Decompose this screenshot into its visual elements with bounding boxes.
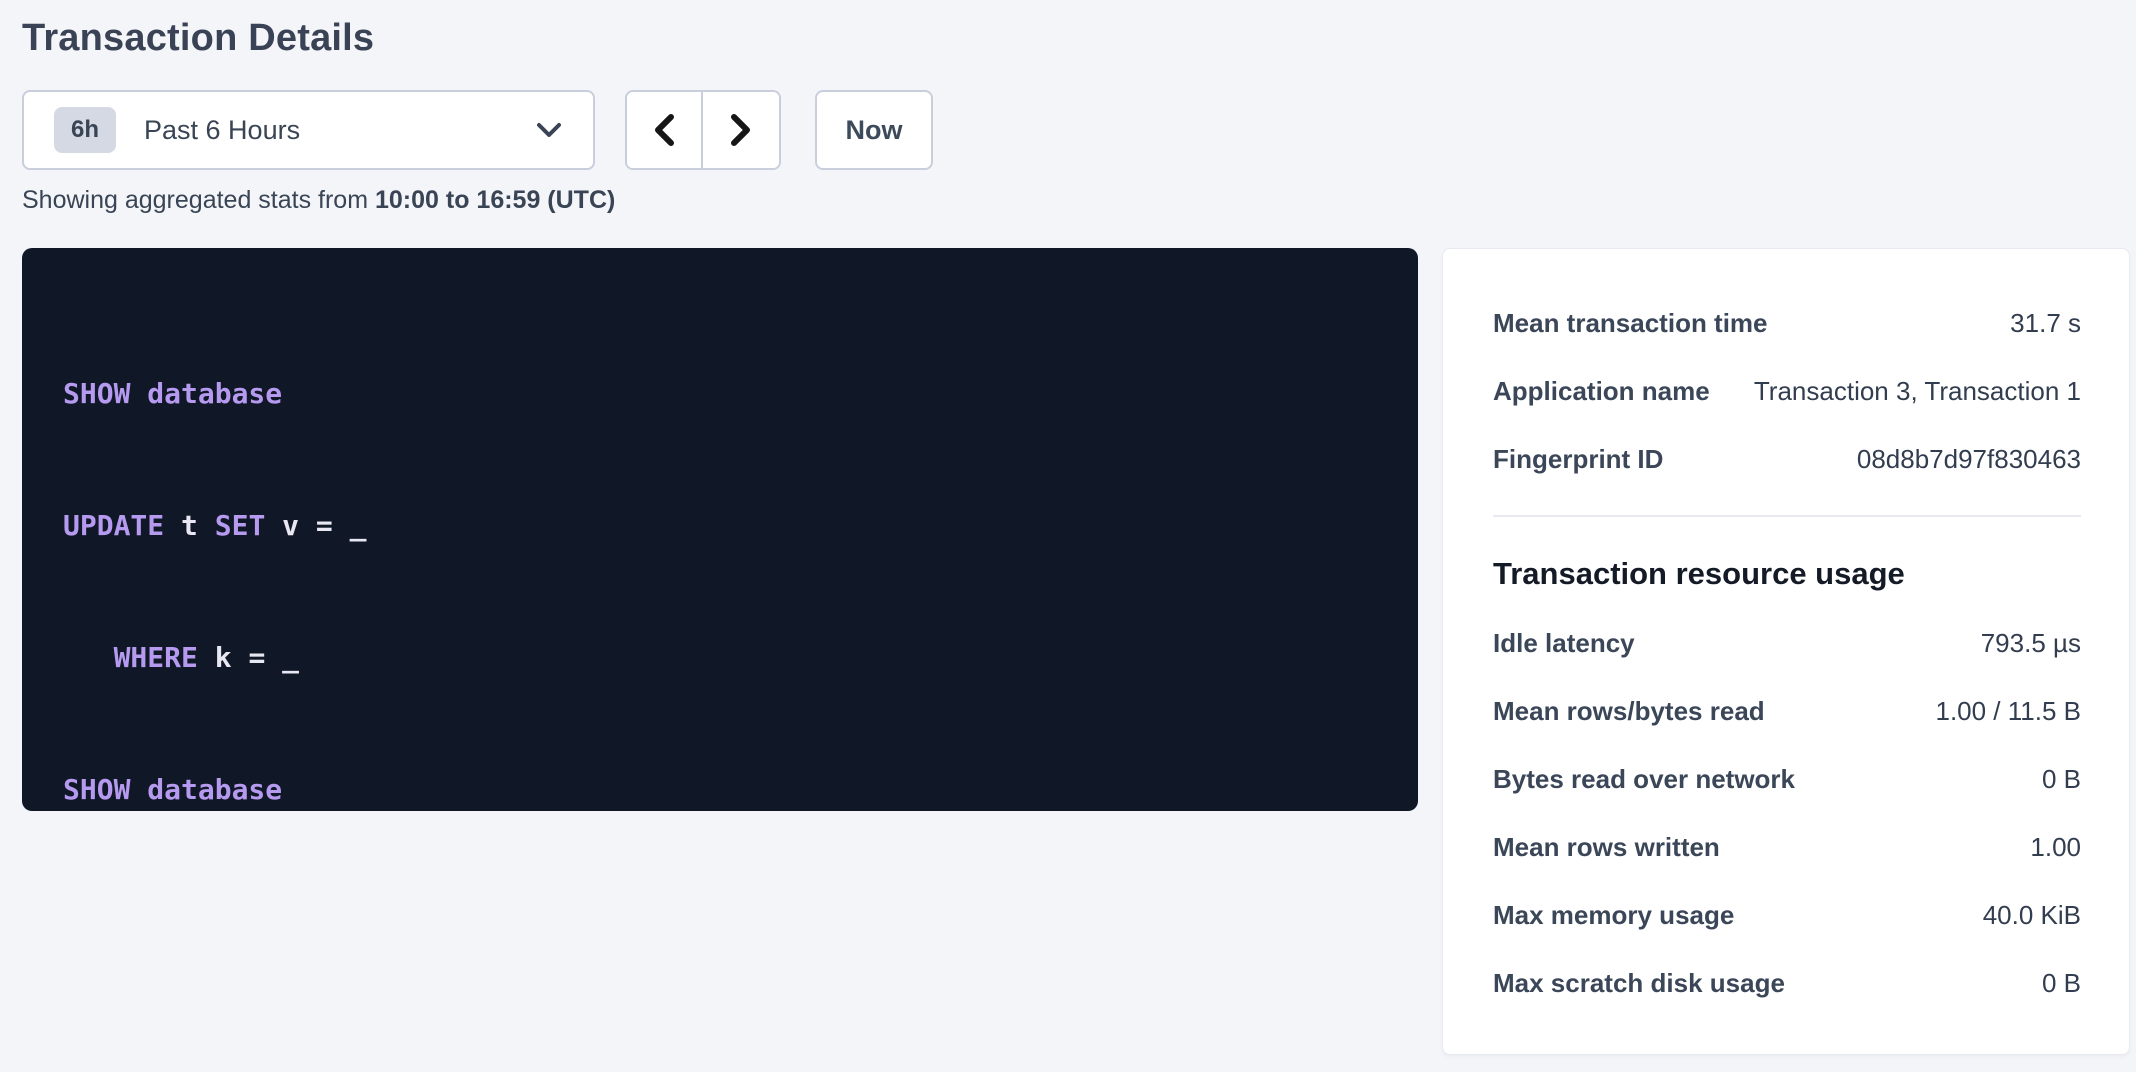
time-range-label: Past 6 Hours [144,115,300,146]
sql-token: v = _ [265,509,366,542]
sql-token: WHERE [114,641,198,674]
stat-label: Max scratch disk usage [1493,968,1785,999]
stat-row-max-scratch-disk-usage: Max scratch disk usage 0 B [1493,949,2081,1017]
panel-divider [1493,515,2081,517]
stat-label: Max memory usage [1493,900,1734,931]
resource-usage-heading: Transaction resource usage [1493,553,2081,595]
sql-token [63,641,114,674]
sql-line: SHOW database [63,768,1378,812]
stat-value: 08d8b7d97f830463 [1857,444,2081,475]
previous-timeframe-button[interactable] [627,92,703,168]
next-timeframe-button[interactable] [703,92,779,168]
stat-label: Fingerprint ID [1493,444,1663,475]
stat-value: 40.0 KiB [1983,900,2081,931]
sql-token: SET [215,509,266,542]
stat-label: Bytes read over network [1493,764,1795,795]
chevron-right-icon [729,113,753,147]
sql-line: WHERE k = _ [63,636,1378,680]
stat-label: Mean transaction time [1493,308,1768,339]
time-range-badge: 6h [54,107,116,153]
stat-value: 1.00 / 11.5 B [1935,696,2081,727]
stat-value: 0 B [2042,968,2081,999]
transaction-details-page: Transaction Details 6h Past 6 Hours [0,0,2136,1055]
stat-row-idle-latency: Idle latency 793.5 µs [1493,609,2081,677]
stat-row-application-name: Application name Transaction 3, Transact… [1493,357,2081,425]
stat-value: 793.5 µs [1981,628,2081,659]
stat-label: Mean rows written [1493,832,1720,863]
stat-value: 0 B [2042,764,2081,795]
stat-row-bytes-read-over-network: Bytes read over network 0 B [1493,745,2081,813]
sql-token: k = _ [198,641,299,674]
sql-statement-box: SHOW database UPDATE t SET v = _ WHERE k… [22,248,1418,811]
sql-token: UPDATE [63,509,164,542]
transaction-summary-panel: Mean transaction time 31.7 s Application… [1442,248,2130,1055]
sql-line: SHOW database [63,372,1378,416]
stat-value: 1.00 [2030,832,2081,863]
now-button[interactable]: Now [815,90,933,170]
stat-row-mean-rows-bytes-read: Mean rows/bytes read 1.00 / 11.5 B [1493,677,2081,745]
aggregation-range-value: 10:00 to 16:59 (UTC) [375,186,615,214]
aggregation-range-text: Showing aggregated stats from 10:00 to 1… [22,184,2130,216]
stat-row-mean-rows-written: Mean rows written 1.00 [1493,813,2081,881]
stat-row-fingerprint-id: Fingerprint ID 08d8b7d97f830463 [1493,425,2081,493]
stat-row-mean-transaction-time: Mean transaction time 31.7 s [1493,289,2081,357]
sql-token: SHOW database [63,773,282,806]
stat-value: 31.7 s [2010,308,2081,339]
sql-token: t [164,509,215,542]
sql-line: UPDATE t SET v = _ [63,504,1378,548]
stat-row-max-memory-usage: Max memory usage 40.0 KiB [1493,881,2081,949]
stat-value: Transaction 3, Transaction 1 [1754,376,2081,407]
chevron-down-icon [535,121,563,139]
main-content: SHOW database UPDATE t SET v = _ WHERE k… [22,248,2130,1055]
chevron-left-icon [652,113,676,147]
time-controls: 6h Past 6 Hours [22,90,2130,170]
aggregation-range-prefix: Showing aggregated stats from [22,186,375,214]
stat-label: Application name [1493,376,1710,407]
stat-label: Idle latency [1493,628,1635,659]
time-range-dropdown[interactable]: 6h Past 6 Hours [22,90,595,170]
time-pager [625,90,781,170]
stat-label: Mean rows/bytes read [1493,696,1765,727]
sql-token: SHOW database [63,377,282,410]
page-title: Transaction Details [22,14,2130,62]
